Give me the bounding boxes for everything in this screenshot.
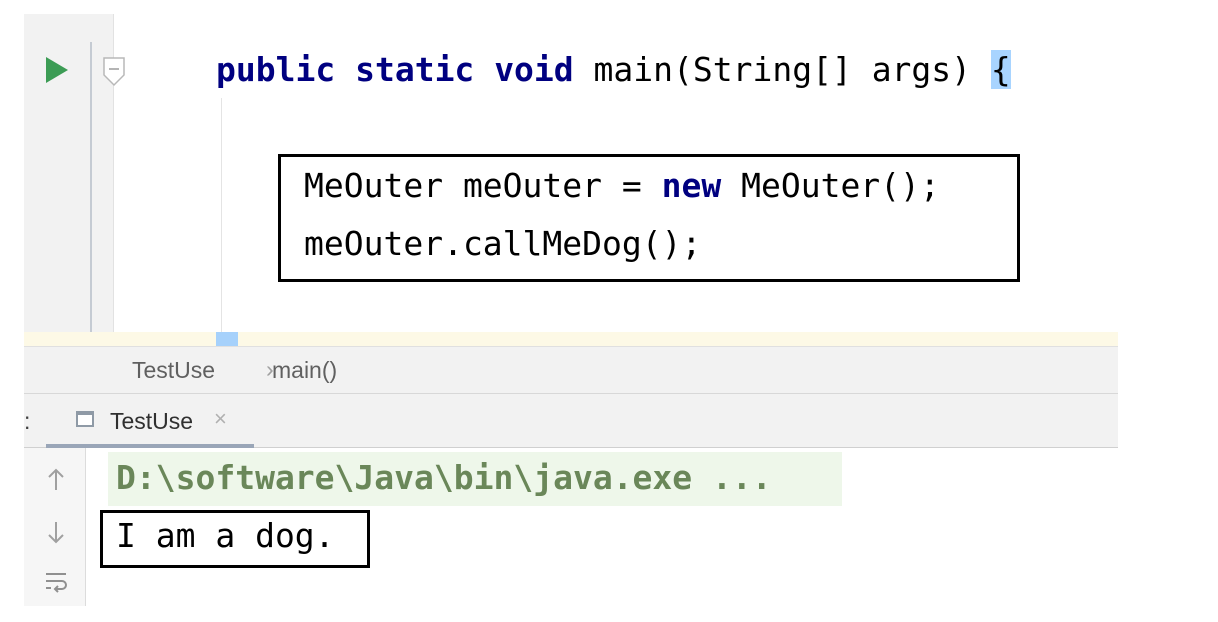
- run-panel-label: :: [24, 408, 31, 434]
- breadcrumb-item-class[interactable]: TestUse: [132, 357, 215, 384]
- current-line-highlight: [24, 332, 1118, 346]
- run-icon[interactable]: [46, 57, 68, 83]
- caret-marker: [216, 332, 238, 346]
- open-brace-highlight: {: [990, 50, 1011, 89]
- constructor-call: MeOuter();: [721, 166, 940, 205]
- soft-wrap-icon[interactable]: [44, 570, 68, 594]
- code-line-main-signature[interactable]: public static void main(String[] args) {: [216, 50, 1011, 89]
- breadcrumb: TestUse › main(): [24, 346, 1118, 394]
- fold-icon[interactable]: [102, 57, 126, 87]
- keyword-new: new: [661, 166, 722, 205]
- down-arrow-icon[interactable]: [46, 520, 66, 544]
- tab-testuse[interactable]: TestUse ×: [46, 394, 254, 448]
- method-signature: main(String[] args): [593, 50, 972, 89]
- close-icon[interactable]: ×: [214, 406, 227, 432]
- tab-label: TestUse: [110, 408, 194, 434]
- keyword-public: public: [216, 50, 336, 89]
- keyword-static: static: [355, 50, 475, 89]
- declaration-text: MeOuter meOuter =: [304, 166, 662, 205]
- console-command-line: D:\software\Java\bin\java.exe ...: [116, 458, 772, 497]
- code-line-method-call[interactable]: meOuter.callMeDog();: [304, 224, 701, 263]
- console-output: I am a dog.: [116, 516, 335, 555]
- keyword-void: void: [494, 50, 574, 89]
- up-arrow-icon[interactable]: [46, 468, 66, 492]
- gutter-divider: [90, 42, 92, 346]
- console-toolbar: [24, 448, 86, 606]
- indent-guide: [221, 98, 222, 332]
- code-line-new-instance[interactable]: MeOuter meOuter = new MeOuter();: [304, 166, 940, 205]
- editor-gutter: [24, 14, 114, 346]
- console-window-icon: [76, 411, 94, 427]
- breadcrumb-item-method[interactable]: main(): [272, 357, 337, 384]
